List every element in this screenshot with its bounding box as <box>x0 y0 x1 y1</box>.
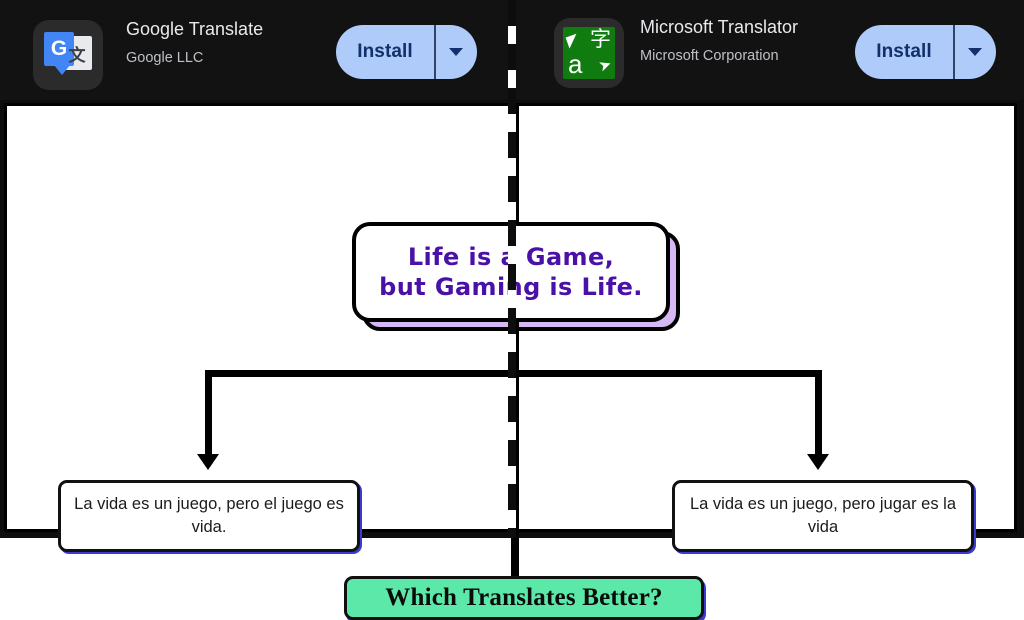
arrow-left-icon: ◤ <box>564 30 582 51</box>
cta-banner: Which Translates Better? <box>344 576 704 620</box>
comparison-divider <box>508 0 516 538</box>
install-dropdown-button[interactable] <box>436 48 478 56</box>
app-title: Google Translate <box>126 19 264 39</box>
install-button[interactable]: Install <box>855 41 953 63</box>
comparison-screenshot: G 文 Google Translate Google LLC Install … <box>0 0 1024 620</box>
translation-text: La vida es un juego, pero el juego es vi… <box>74 495 344 536</box>
chevron-down-icon <box>449 48 464 56</box>
microsoft-translator-icon: ◤ 字 a ➤ <box>554 18 624 88</box>
translation-result-microsoft: La vida es un juego, pero jugar es la vi… <box>672 480 974 552</box>
chevron-down-icon <box>968 48 983 56</box>
app-developer: Microsoft Corporation <box>640 48 779 64</box>
connector-drop-right <box>815 370 822 456</box>
app-card-google-translate[interactable]: G 文 Google Translate Google LLC Install <box>0 0 512 100</box>
app-card-microsoft-translator[interactable]: ◤ 字 a ➤ Microsoft Translator Microsoft C… <box>512 0 1024 100</box>
cta-label: Which Translates Better? <box>385 584 663 611</box>
app-title: Microsoft Translator <box>640 17 799 37</box>
arrow-down-icon-right <box>807 454 829 470</box>
microsoft-cjk-glyph: 字 <box>590 27 611 51</box>
arrow-right-icon: ➤ <box>596 55 615 76</box>
app-info-microsoft: Microsoft Translator Microsoft Corporati… <box>640 14 798 68</box>
button-divider <box>953 25 955 79</box>
microsoft-a-letter: a <box>568 49 583 79</box>
translation-result-google: La vida es un juego, pero el juego es vi… <box>58 480 360 552</box>
app-info-google: Google Translate Google LLC <box>126 16 263 70</box>
arrow-down-icon-left <box>197 454 219 470</box>
translation-text: La vida es un juego, pero jugar es la vi… <box>689 495 956 536</box>
google-cjk-glyph: 文 <box>68 45 86 66</box>
install-button-group-microsoft[interactable]: Install <box>855 25 996 79</box>
install-dropdown-button[interactable] <box>955 48 997 56</box>
install-button[interactable]: Install <box>336 41 434 63</box>
button-divider <box>434 25 436 79</box>
app-developer: Google LLC <box>126 50 204 66</box>
connector-drop-left <box>205 370 212 456</box>
install-button-group-google[interactable]: Install <box>336 25 477 79</box>
google-translate-icon: G 文 <box>33 20 103 90</box>
